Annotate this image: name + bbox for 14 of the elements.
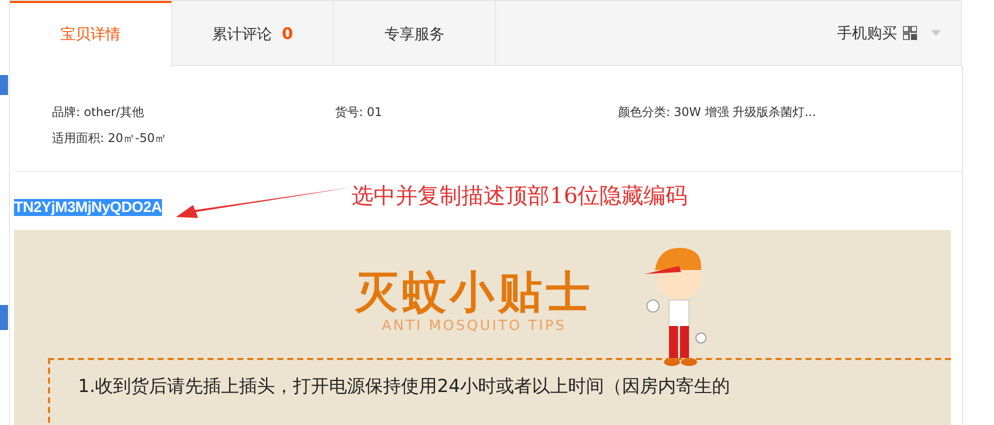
side-tab-marker bbox=[0, 75, 8, 95]
side-tab-marker bbox=[0, 305, 8, 330]
tip-text: 1.收到货后请先插上插头，打开电源保持使用24小时或者以上时间（因房内寄生的 bbox=[77, 375, 732, 398]
qr-code-icon[interactable] bbox=[903, 26, 917, 40]
attribute-text: 品牌: other/其他 bbox=[52, 104, 145, 121]
attribute-text: 适用面积: 20㎡-50㎡ bbox=[52, 130, 168, 147]
review-count: 0 bbox=[282, 24, 294, 43]
attribute-text: 货号: 01 bbox=[335, 104, 384, 121]
mobile-buy-label[interactable]: 手机购买 bbox=[837, 24, 897, 42]
banner-title: 灭蚊小贴士 bbox=[354, 268, 594, 318]
banner-subtitle: ANTI MOSQUITO TIPS bbox=[380, 318, 568, 334]
hidden-code-text: TN2YjM3MjNyQDO2A bbox=[14, 198, 162, 216]
attribute-text: 颜色分类: 30W 增强 升级版杀菌灯... bbox=[618, 104, 818, 121]
annotation-text: 选中并复制描述顶部16位隐藏编码 bbox=[352, 183, 688, 211]
